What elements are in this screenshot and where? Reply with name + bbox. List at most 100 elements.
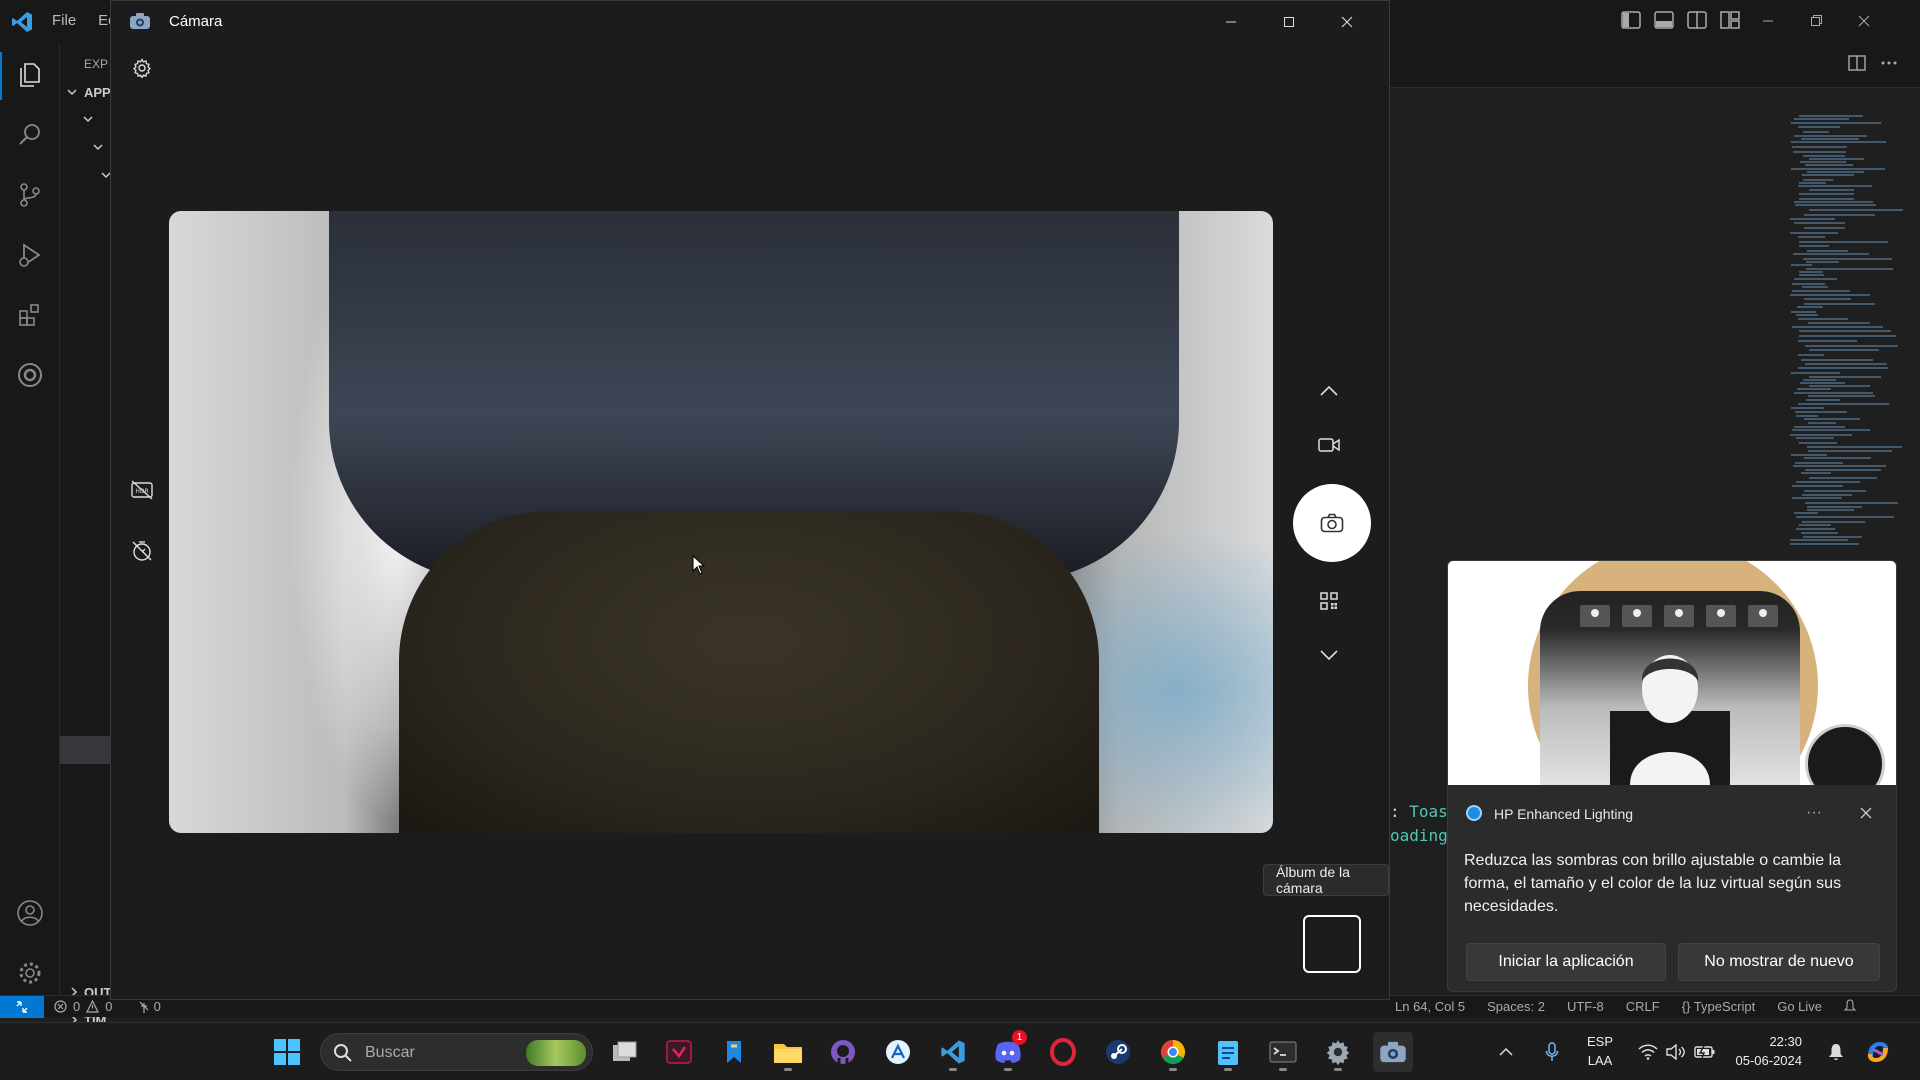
- chevron-down-icon[interactable]: [66, 86, 78, 98]
- launch-app-button[interactable]: Iniciar la aplicación: [1466, 943, 1666, 981]
- hdr-off-icon[interactable]: HDR: [125, 473, 159, 507]
- toggle-panel-icon[interactable]: [1654, 11, 1674, 29]
- vscode-taskbar-icon[interactable]: [933, 1032, 973, 1072]
- qr-code-icon[interactable]: [1311, 583, 1347, 619]
- close-icon[interactable]: [1325, 7, 1369, 37]
- run-debug-icon[interactable]: [12, 237, 48, 273]
- task-view-icon[interactable]: [605, 1032, 645, 1072]
- toggle-primary-sidebar-icon[interactable]: [1621, 11, 1641, 29]
- minimap-line: [1804, 298, 1851, 300]
- steam-icon[interactable]: [1098, 1032, 1138, 1072]
- microphone-icon[interactable]: [1538, 1032, 1566, 1072]
- vscode-close-icon[interactable]: [1850, 8, 1878, 34]
- accounts-icon[interactable]: [12, 895, 48, 931]
- minimap-line: [1792, 326, 1883, 328]
- discord-icon[interactable]: 1: [988, 1030, 1028, 1072]
- remote-explorer-icon[interactable]: [12, 357, 48, 393]
- opera-icon[interactable]: [1043, 1032, 1083, 1072]
- camera-titlebar: Cámara: [111, 1, 1389, 43]
- notification-toast[interactable]: HP Enhanced Lighting ··· Reduzca las som…: [1447, 560, 1897, 992]
- vivaldi-like-app-icon[interactable]: [659, 1032, 699, 1072]
- remote-indicator-icon[interactable]: [0, 996, 44, 1018]
- bell-icon[interactable]: [1844, 999, 1857, 1014]
- video-camera-icon[interactable]: [1311, 427, 1347, 463]
- volume-icon[interactable]: [1662, 1032, 1690, 1072]
- minimap-line: [1800, 161, 1846, 163]
- taskbar-search-box[interactable]: Buscar: [320, 1033, 593, 1071]
- minimap[interactable]: [1790, 115, 1910, 555]
- take-photo-button[interactable]: [1293, 484, 1371, 562]
- notifications-bell-icon[interactable]: [1822, 1032, 1850, 1072]
- notepad-icon[interactable]: [1208, 1032, 1248, 1072]
- more-options-icon[interactable]: ···: [1800, 801, 1828, 825]
- camera-taskbar-icon[interactable]: [1373, 1032, 1413, 1072]
- minimap-line: [1798, 340, 1857, 342]
- minimap-line: [1798, 185, 1872, 187]
- bookmark-app-icon[interactable]: [714, 1032, 754, 1072]
- minimap-line: [1809, 349, 1879, 351]
- chevron-down-icon[interactable]: [82, 113, 94, 125]
- minimap-line: [1803, 379, 1836, 381]
- copilot-icon[interactable]: [1860, 1032, 1896, 1072]
- minimap-line: [1795, 462, 1843, 464]
- vscode-minimize-icon[interactable]: [1754, 8, 1782, 34]
- extensions-icon[interactable]: [12, 297, 48, 333]
- settings-gear-icon[interactable]: [1318, 1032, 1358, 1072]
- minimap-line: [1805, 363, 1887, 365]
- show-hidden-icons-chevron-up-icon[interactable]: [1492, 1032, 1520, 1072]
- chevron-down-icon[interactable]: [1311, 637, 1347, 673]
- problems-indicator[interactable]: 0 0: [54, 999, 112, 1014]
- minimap-line: [1809, 385, 1870, 387]
- minimap-line: [1808, 450, 1892, 452]
- cursor-position[interactable]: Ln 64, Col 5: [1395, 999, 1465, 1014]
- ports-indicator[interactable]: 0: [138, 999, 161, 1014]
- hp-lighting-app-icon: [1466, 805, 1482, 821]
- chrome-icon[interactable]: [1153, 1032, 1193, 1072]
- workspace-section[interactable]: APP: [84, 85, 111, 100]
- language-indicator[interactable]: ESP LAA: [1582, 1032, 1618, 1070]
- customize-layout-icon[interactable]: [1720, 11, 1740, 29]
- search-icon[interactable]: [12, 117, 48, 153]
- camera-album-button[interactable]: [1303, 915, 1361, 973]
- split-editor-icon[interactable]: [1848, 55, 1866, 71]
- clock[interactable]: 22:30 05-06-2024: [1728, 1032, 1803, 1070]
- source-control-icon[interactable]: [12, 177, 48, 213]
- manage-gear-icon[interactable]: [12, 955, 48, 991]
- go-live-button[interactable]: Go Live: [1777, 999, 1822, 1014]
- github-desktop-icon[interactable]: [823, 1032, 863, 1072]
- vscode-restore-icon[interactable]: [1802, 8, 1830, 34]
- indentation[interactable]: Spaces: 2: [1487, 999, 1545, 1014]
- album-tooltip: Álbum de la cámara: [1263, 864, 1389, 896]
- minimize-icon[interactable]: [1209, 7, 1253, 37]
- encoding[interactable]: UTF-8: [1567, 999, 1604, 1014]
- timer-off-icon[interactable]: [125, 534, 159, 568]
- language-code: ESP: [1586, 1034, 1613, 1049]
- chevron-down-icon[interactable]: [92, 141, 104, 153]
- terminal-icon[interactable]: [1263, 1032, 1303, 1072]
- selected-file-row[interactable]: [60, 736, 110, 764]
- wifi-icon[interactable]: [1634, 1032, 1662, 1072]
- minimap-line: [1790, 539, 1848, 541]
- keyboard-layout: LAA: [1587, 1053, 1613, 1068]
- close-icon[interactable]: [1852, 801, 1880, 825]
- menu-file[interactable]: File: [52, 12, 76, 29]
- minimap-line: [1798, 403, 1889, 405]
- dont-show-again-button[interactable]: No mostrar de nuevo: [1678, 943, 1880, 981]
- minimap-line: [1805, 345, 1898, 347]
- toggle-secondary-sidebar-icon[interactable]: [1687, 11, 1707, 29]
- vscode-window-controls: [1754, 8, 1878, 34]
- minimap-line: [1801, 359, 1873, 361]
- maximize-icon[interactable]: [1267, 7, 1311, 37]
- minimap-line: [1802, 494, 1852, 496]
- battery-icon[interactable]: [1691, 1032, 1719, 1072]
- explorer-icon[interactable]: [12, 57, 48, 93]
- file-explorer-icon[interactable]: [768, 1032, 808, 1072]
- vscode-logo-icon: [10, 10, 34, 34]
- line-ending[interactable]: CRLF: [1626, 999, 1660, 1014]
- gear-icon[interactable]: [127, 53, 157, 83]
- app-store-icon[interactable]: [878, 1032, 918, 1072]
- chevron-up-icon[interactable]: [1311, 373, 1347, 409]
- language-mode[interactable]: {} TypeScript: [1682, 999, 1755, 1014]
- windows-start-icon[interactable]: [267, 1032, 307, 1072]
- more-actions-icon[interactable]: [1880, 55, 1898, 71]
